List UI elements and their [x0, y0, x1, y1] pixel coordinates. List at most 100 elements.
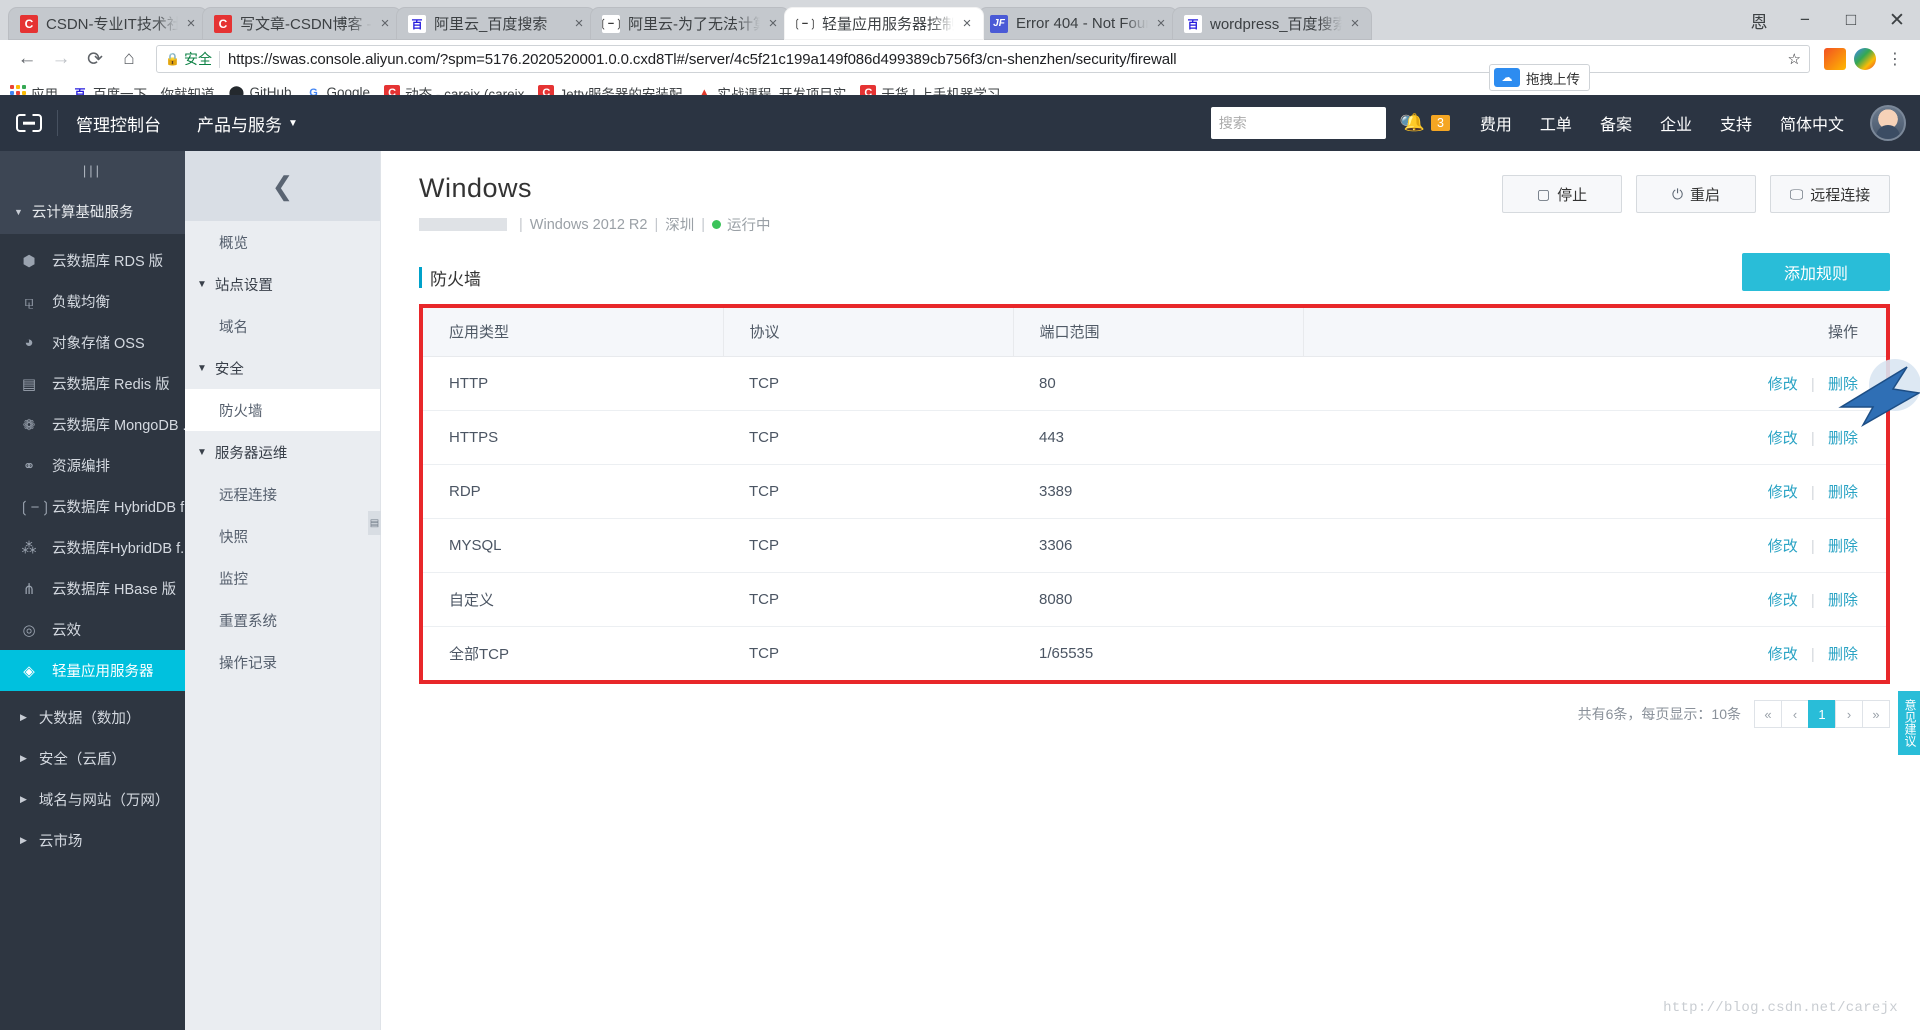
table-row: RDP TCP 3389 修改 | 删除 — [423, 464, 1886, 519]
sidebar-item-slb[interactable]: ⚼ 负载均衡 — [0, 281, 185, 322]
subtitle-divider: | — [519, 216, 523, 233]
products-menu[interactable]: 产品与服务 ▼ — [179, 95, 316, 151]
forward-icon[interactable]: → — [44, 42, 78, 76]
close-icon[interactable]: × — [570, 15, 588, 33]
back-icon[interactable]: ← — [10, 42, 44, 76]
aliyun-logo[interactable] — [0, 95, 57, 151]
sidebar-item-rds[interactable]: ⬢ 云数据库 RDS 版 — [0, 240, 185, 281]
topbar-item-fee[interactable]: 费用 — [1466, 95, 1526, 151]
drag-upload-widget[interactable]: ☁ 拖拽上传 — [1489, 64, 1590, 91]
subnav-group-server-ops[interactable]: ▼ 服务器运维 — [185, 431, 380, 473]
chevron-left-icon[interactable]: ❮ — [272, 171, 294, 202]
sidebar-group-domains[interactable]: ▶ 域名与网站（万网） — [0, 779, 185, 820]
subnav-group-security[interactable]: ▼ 安全 — [185, 347, 380, 389]
console-home-link[interactable]: 管理控制台 — [58, 95, 179, 151]
minimize-button[interactable]: − — [1782, 0, 1828, 40]
browser-tab[interactable]: ❲−❳ 阿里云-为了无法计算的 × — [590, 7, 790, 40]
edit-link[interactable]: 修改 — [1768, 430, 1798, 447]
pagination-last[interactable]: » — [1862, 700, 1890, 728]
close-icon[interactable]: × — [1152, 15, 1170, 33]
close-icon[interactable]: × — [376, 15, 394, 33]
browser-tab-active[interactable]: ❲−❳ 轻量应用服务器控制台 × — [784, 7, 984, 40]
pagination-prev[interactable]: ‹ — [1781, 700, 1809, 728]
browser-menu-icon[interactable]: ⋮ — [1880, 44, 1910, 74]
sidebar-item-ros[interactable]: ⚭ 资源编排 — [0, 445, 185, 486]
delete-link[interactable]: 删除 — [1828, 430, 1858, 447]
notifications[interactable]: 🔔 3 — [1404, 113, 1450, 133]
close-icon[interactable]: × — [182, 15, 200, 33]
stop-button[interactable]: ▢ 停止 — [1502, 175, 1622, 213]
column-header-protocol: 协议 — [723, 308, 1014, 357]
subnav-item-firewall[interactable]: 防火墙 — [185, 389, 380, 431]
sidebar-group-marketplace[interactable]: ▶ 云市场 — [0, 820, 185, 861]
extension-icon-2[interactable] — [1850, 44, 1880, 74]
maximize-button[interactable]: □ — [1828, 0, 1874, 40]
sidebar-item-yunxiao[interactable]: ◎ 云效 — [0, 609, 185, 650]
subnav-item-overview[interactable]: 概览 — [185, 221, 380, 263]
sidebar-item-oss[interactable]: ◕ 对象存储 OSS — [0, 322, 185, 363]
restart-button[interactable]: ⏻ 重启 — [1636, 175, 1756, 213]
delete-link[interactable]: 删除 — [1828, 538, 1858, 555]
sidebar-item-swas[interactable]: ◈ 轻量应用服务器 — [0, 650, 185, 691]
status-dot-icon — [712, 220, 722, 229]
bell-icon: 🔔 — [1403, 113, 1425, 132]
sidebar-group-cloud-basics[interactable]: ▼ 云计算基础服务 — [0, 189, 185, 234]
monitor-icon: 🖵 — [1789, 185, 1804, 202]
browser-tab[interactable]: C 写文章-CSDN博客 - C × — [202, 7, 402, 40]
sidebar-group-bigdata[interactable]: ▶ 大数据（数加） — [0, 697, 185, 738]
extension-icon-1[interactable] — [1820, 44, 1850, 74]
subnav-item-monitor[interactable]: 监控 — [185, 557, 380, 599]
sidebar-drag-handle[interactable]: ||| — [0, 151, 185, 189]
search-input[interactable] — [1218, 115, 1400, 131]
pagination-next[interactable]: › — [1835, 700, 1863, 728]
oss-icon: ◕ — [24, 334, 34, 351]
sidebar-group-security[interactable]: ▶ 安全（云盾） — [0, 738, 185, 779]
cell-operations: 修改 | 删除 — [1303, 410, 1886, 465]
avatar[interactable] — [1870, 105, 1906, 141]
topbar-item-icp[interactable]: 备案 — [1586, 95, 1646, 151]
edit-link[interactable]: 修改 — [1768, 484, 1798, 501]
reload-icon[interactable]: ⟳ — [78, 42, 112, 76]
delete-link[interactable]: 删除 — [1828, 592, 1858, 609]
pagination-page-1[interactable]: 1 — [1808, 700, 1836, 728]
subnav-collapse-handle[interactable]: ▤ — [368, 511, 381, 535]
add-rule-button[interactable]: 添加规则 — [1742, 253, 1890, 291]
window-close-button[interactable]: ✕ — [1874, 0, 1920, 40]
subnav-item-operation-log[interactable]: 操作记录 — [185, 641, 380, 683]
close-icon[interactable]: × — [764, 15, 782, 33]
browser-tab[interactable]: 百 wordpress_百度搜索 × — [1172, 7, 1372, 40]
subnav-item-remote-connect[interactable]: 远程连接 — [185, 473, 380, 515]
edit-link[interactable]: 修改 — [1768, 646, 1798, 663]
topbar-item-support[interactable]: 支持 — [1706, 95, 1766, 151]
delete-link[interactable]: 删除 — [1828, 484, 1858, 501]
sidebar-item-hbase[interactable]: ⋔ 云数据库 HBase 版 — [0, 568, 185, 609]
feedback-tab[interactable]: 意见建议 — [1898, 691, 1920, 755]
delete-link[interactable]: 删除 — [1828, 646, 1858, 663]
remote-connect-button[interactable]: 🖵 远程连接 — [1770, 175, 1890, 213]
browser-tab[interactable]: JF Error 404 - Not Foun × — [978, 7, 1178, 40]
operation-divider: | — [1810, 483, 1815, 501]
console-search[interactable]: 🔍 — [1210, 107, 1418, 139]
subnav-item-reset-system[interactable]: 重置系统 — [185, 599, 380, 641]
edit-link[interactable]: 修改 — [1768, 538, 1798, 555]
sidebar-item-hybriddb-1[interactable]: ❲−❳ 云数据库 HybridDB f... — [0, 486, 185, 527]
topbar-item-tickets[interactable]: 工单 — [1526, 95, 1586, 151]
bookmark-star-icon[interactable]: ☆ — [1788, 50, 1801, 68]
browser-tab[interactable]: C CSDN-专业IT技术社区 × — [8, 7, 208, 40]
subnav-item-snapshot[interactable]: 快照 — [185, 515, 380, 557]
edit-link[interactable]: 修改 — [1768, 592, 1798, 609]
close-icon[interactable]: × — [1346, 15, 1364, 33]
topbar-item-language[interactable]: 简体中文 — [1766, 95, 1858, 151]
sidebar-item-hybriddb-2[interactable]: ⁂ 云数据库HybridDB f... — [0, 527, 186, 568]
delete-link[interactable]: 删除 — [1828, 376, 1858, 393]
subnav-item-domain[interactable]: 域名 — [185, 305, 380, 347]
browser-tab[interactable]: 百 阿里云_百度搜索 × — [396, 7, 596, 40]
sidebar-item-mongodb[interactable]: ❁ 云数据库 MongoDB ... — [0, 404, 185, 445]
sidebar-item-redis[interactable]: ▤ 云数据库 Redis 版 — [0, 363, 185, 404]
topbar-item-enterprise[interactable]: 企业 — [1646, 95, 1706, 151]
subnav-group-site-settings[interactable]: ▼ 站点设置 — [185, 263, 380, 305]
pagination-first[interactable]: « — [1754, 700, 1782, 728]
edit-link[interactable]: 修改 — [1768, 376, 1798, 393]
close-icon[interactable]: × — [958, 15, 976, 33]
home-icon[interactable]: ⌂ — [112, 42, 146, 76]
